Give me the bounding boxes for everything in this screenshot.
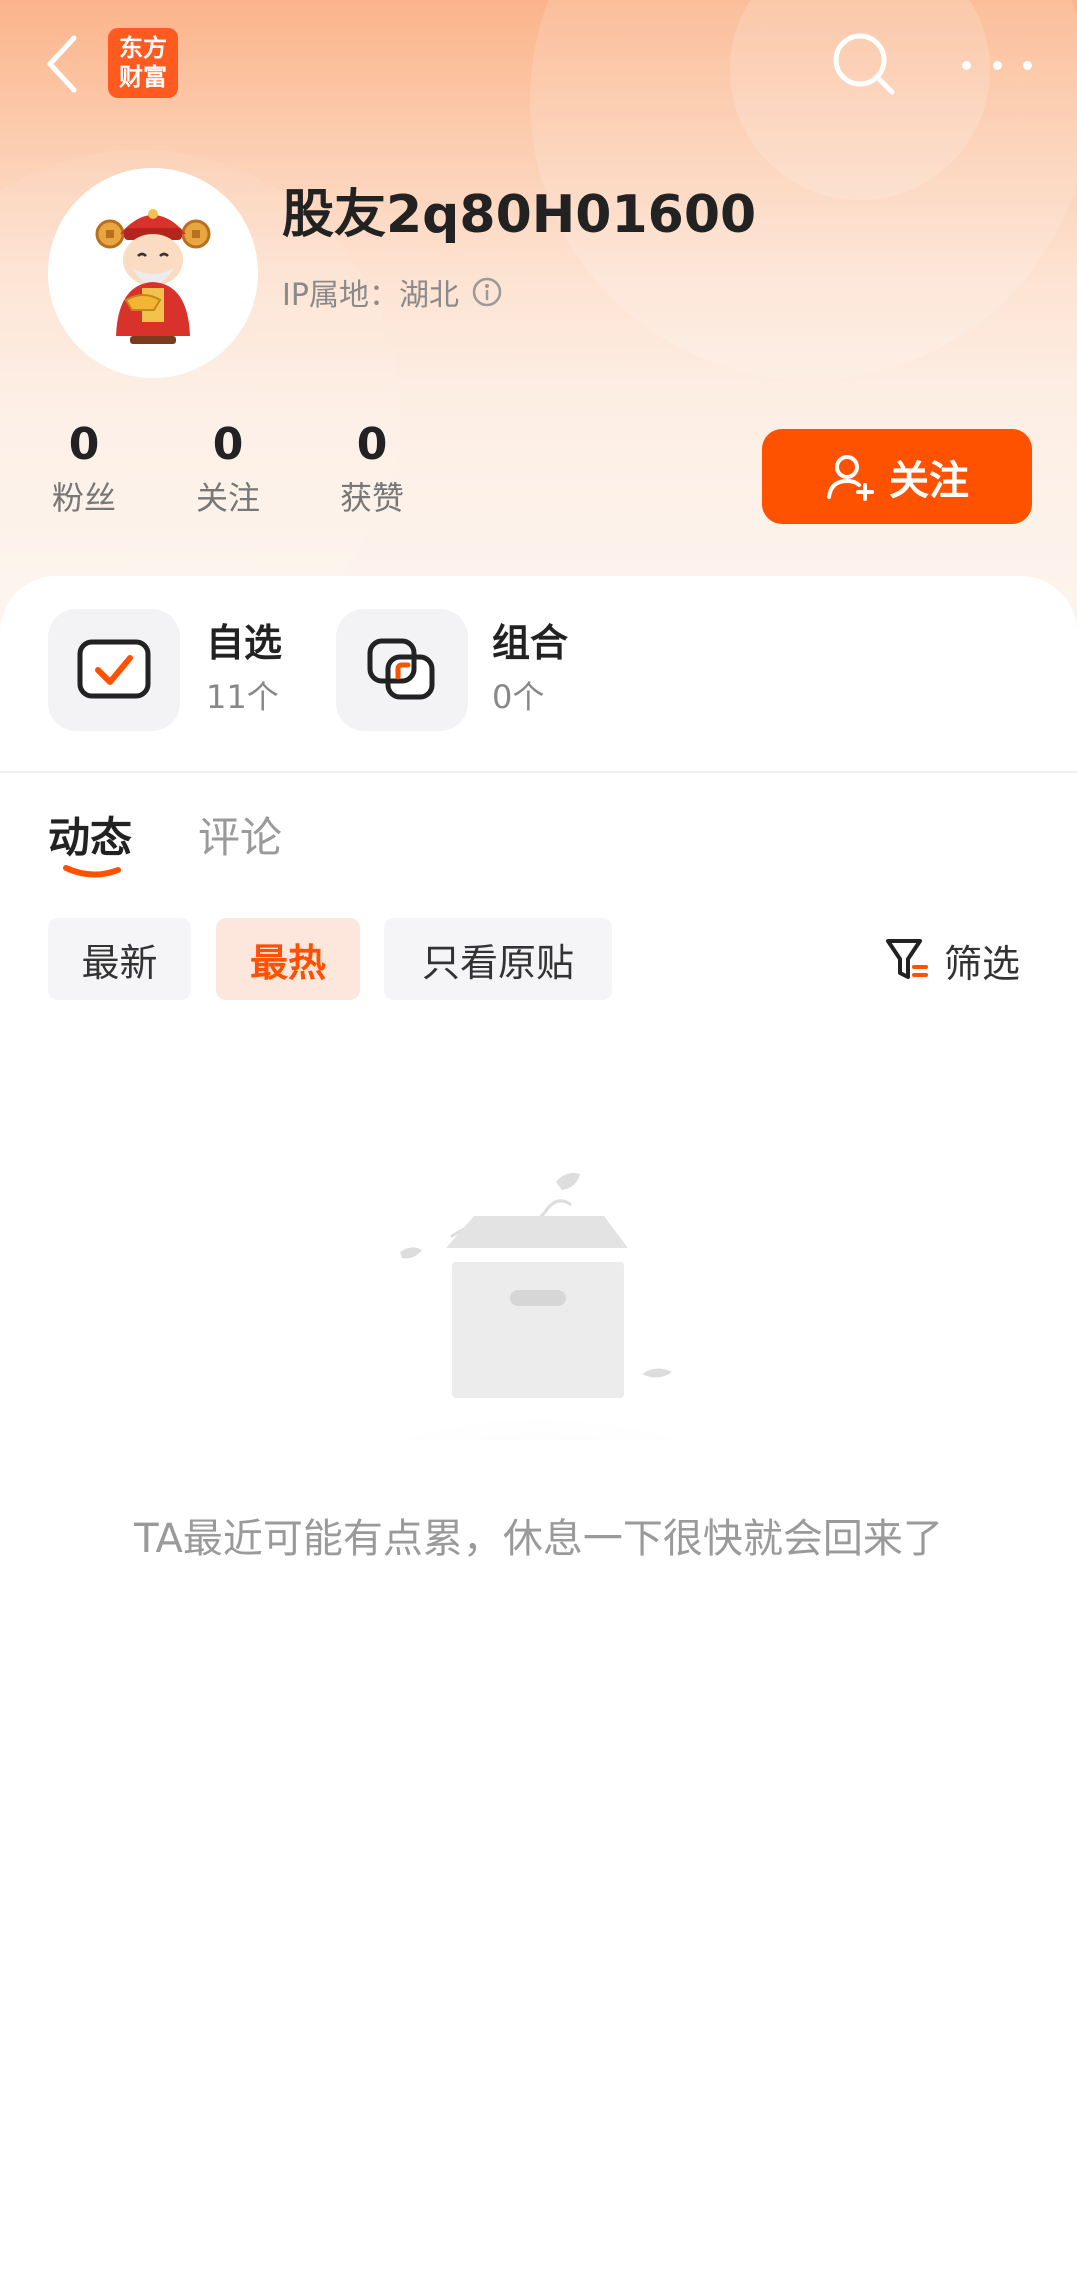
portfolio-tile-count: 0个 xyxy=(492,678,545,716)
empty-state-message: TA最近可能有点累，休息一下很快就会回来了 xyxy=(134,1516,943,1562)
filter-chip-latest[interactable]: 最新 xyxy=(48,918,191,1000)
tab-posts[interactable]: 动态 xyxy=(48,804,132,865)
watchlist-tile-title[interactable]: 自选 xyxy=(206,612,282,667)
portfolio-icon xyxy=(367,638,435,700)
search-button[interactable] xyxy=(824,24,904,104)
ip-location-text: IP属地：湖北 xyxy=(282,278,459,313)
filter-chip-original-only[interactable]: 只看原贴 xyxy=(384,918,612,1000)
stat-label: 粉丝 xyxy=(51,479,116,517)
portfolio-tile-title[interactable]: 组合 xyxy=(492,612,568,667)
info-icon[interactable] xyxy=(471,276,503,308)
tab-comments[interactable]: 评论 xyxy=(198,804,282,865)
dot-icon xyxy=(962,60,971,70)
stat-value: 0 xyxy=(68,419,100,470)
watchlist-tile-icon[interactable] xyxy=(48,609,180,731)
section-divider xyxy=(0,771,1077,773)
logo-line-1: 东方 xyxy=(119,34,167,62)
add-user-icon xyxy=(827,454,874,501)
filter-button[interactable]: 筛选 xyxy=(884,930,1020,990)
portfolio-tile-icon[interactable] xyxy=(336,609,468,731)
active-tab-indicator xyxy=(63,865,121,878)
watchlist-tile-count: 11个 xyxy=(206,678,279,716)
stat-likes[interactable]: 0 获赞 xyxy=(312,420,432,518)
stat-label: 获赞 xyxy=(339,479,404,517)
empty-box-illustration xyxy=(310,1173,770,1440)
back-button[interactable] xyxy=(40,28,90,100)
filter-chip-hottest[interactable]: 最热 xyxy=(216,918,360,1000)
logo-line-2: 财富 xyxy=(119,63,167,91)
checkbox-check-icon xyxy=(77,639,151,699)
stat-value: 0 xyxy=(356,419,388,470)
follow-button[interactable]: 关注 xyxy=(762,429,1032,524)
avatar[interactable] xyxy=(48,168,258,378)
ip-location-row: IP属地：湖北 xyxy=(282,270,503,314)
filter-funnel-icon xyxy=(886,939,928,979)
username: 股友2q80H01600 xyxy=(282,185,757,245)
chevron-left-icon xyxy=(47,35,77,93)
more-options-button[interactable] xyxy=(962,30,1032,100)
dot-icon xyxy=(992,60,1002,70)
fortune-god-avatar-icon xyxy=(48,168,258,378)
dot-icon xyxy=(1023,60,1032,70)
stat-following[interactable]: 0 关注 xyxy=(168,420,288,518)
app-logo: 东方 财富 xyxy=(108,28,178,98)
filter-button-label: 筛选 xyxy=(944,941,1021,986)
stat-label: 关注 xyxy=(195,479,260,517)
stat-value: 0 xyxy=(212,419,244,470)
search-icon xyxy=(833,33,895,95)
stat-fans[interactable]: 0 粉丝 xyxy=(24,420,144,518)
follow-button-label: 关注 xyxy=(889,457,969,504)
